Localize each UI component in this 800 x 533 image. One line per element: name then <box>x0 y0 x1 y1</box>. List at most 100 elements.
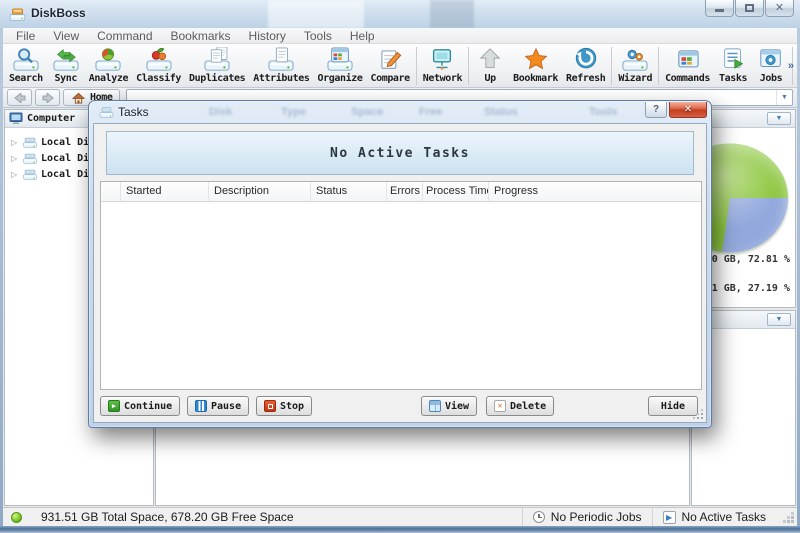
network-icon <box>427 47 457 73</box>
drive-icon <box>22 151 38 165</box>
tasks-dialog-icon <box>99 105 114 119</box>
back-arrow-icon <box>14 93 26 103</box>
window-title: DiskBoss <box>31 6 86 20</box>
dialog-help-button[interactable]: ? <box>645 102 667 118</box>
toolbar-button-wizard[interactable]: Wizard <box>614 46 656 84</box>
maximize-button[interactable] <box>735 0 764 17</box>
pause-button[interactable]: Pause <box>187 396 249 416</box>
column-description[interactable]: Description <box>209 182 311 201</box>
ghost-column-tools: Tools <box>589 106 618 118</box>
attributes-icon <box>266 47 296 73</box>
chevron-down-icon[interactable]: ▼ <box>776 90 792 105</box>
column-process-time[interactable]: Process Time <box>423 182 489 201</box>
toolbar-button-commands[interactable]: Commands <box>661 46 714 84</box>
ghost-column-space: Space <box>351 106 383 118</box>
ghost-column-disk: Disk <box>209 106 232 118</box>
periodic-jobs-label: No Periodic Jobs <box>551 510 642 524</box>
tasks-dialog-titlebar[interactable]: Disk Type Space Free Status Tools Tasks … <box>89 101 711 123</box>
toolbar-separator <box>468 47 469 85</box>
panel-dropdown-button[interactable]: ▼ <box>767 313 791 326</box>
view-button[interactable]: View <box>421 396 477 416</box>
toolbar-button-compare[interactable]: Compare <box>366 46 413 84</box>
drive-icon <box>22 167 38 181</box>
toolbar-button-jobs[interactable]: Jobs <box>752 46 790 84</box>
home-icon <box>71 92 86 104</box>
column-progress[interactable]: Progress <box>489 182 701 201</box>
minimize-button[interactable] <box>705 0 734 17</box>
forward-button[interactable] <box>35 89 60 106</box>
search-drive-icon <box>11 47 41 73</box>
commands-icon <box>673 47 703 73</box>
dialog-resize-grip[interactable] <box>692 408 704 420</box>
hide-button[interactable]: Hide <box>648 396 698 416</box>
toolbar-button-up[interactable]: Up <box>471 46 509 84</box>
toolbar: Search Sync Analyze Classify Duplicates … <box>3 44 797 88</box>
chevron-down-icon: ▼ <box>776 316 783 323</box>
jobs-icon <box>756 47 786 73</box>
view-window-icon <box>429 400 441 412</box>
glass-reflection <box>268 0 364 28</box>
close-button[interactable]: ✕ <box>765 0 794 17</box>
column-icon[interactable] <box>101 182 121 201</box>
menu-item-help[interactable]: Help <box>341 29 384 43</box>
toolbar-button-analyze[interactable]: Analyze <box>85 46 132 84</box>
periodic-jobs-status[interactable]: No Periodic Jobs <box>522 508 652 526</box>
active-tasks-label: No Active Tasks <box>682 510 766 524</box>
play-icon: ▶ <box>663 511 676 524</box>
back-button[interactable] <box>7 89 32 106</box>
glass-reflection <box>430 0 474 28</box>
delete-button[interactable]: ✕ Delete <box>486 396 554 416</box>
clock-icon <box>533 511 545 523</box>
toolbar-button-organize[interactable]: Organize <box>313 46 366 84</box>
menu-item-history[interactable]: History <box>240 29 295 43</box>
toolbar-button-refresh[interactable]: Refresh <box>562 46 609 84</box>
toolbar-button-attributes[interactable]: Attributes <box>249 46 313 84</box>
toolbar-button-bookmark[interactable]: Bookmark <box>509 46 562 84</box>
duplicates-icon <box>202 47 232 73</box>
menu-item-tools[interactable]: Tools <box>295 29 341 43</box>
panel-dropdown-button[interactable]: ▼ <box>767 112 791 125</box>
toolbar-overflow-chevron[interactable]: » <box>788 60 794 72</box>
menu-item-bookmarks[interactable]: Bookmarks <box>162 29 240 43</box>
dialog-close-button[interactable]: ✕ <box>669 102 707 118</box>
toolbar-button-search[interactable]: Search <box>5 46 47 84</box>
active-tasks-status[interactable]: ▶ No Active Tasks <box>652 508 776 526</box>
computer-icon <box>9 112 23 125</box>
status-dot-icon <box>11 512 22 523</box>
drive-icon <box>22 135 38 149</box>
classify-drive-icon <box>144 47 174 73</box>
window-controls: ✕ <box>704 0 794 17</box>
menu-item-view[interactable]: View <box>44 29 88 43</box>
expander-icon[interactable]: ▷ <box>11 170 19 179</box>
expander-icon[interactable]: ▷ <box>11 154 19 163</box>
stop-button[interactable]: Stop <box>256 396 312 416</box>
toolbar-button-network[interactable]: Network <box>419 46 466 84</box>
toolbar-button-duplicates[interactable]: Duplicates <box>185 46 249 84</box>
column-errors[interactable]: Errors <box>387 182 423 201</box>
close-icon: ✕ <box>684 105 692 115</box>
chevron-down-icon: ▼ <box>776 115 783 122</box>
minimize-icon <box>715 9 724 12</box>
menu-item-command[interactable]: Command <box>88 29 161 43</box>
space-summary: 931.51 GB Total Space, 678.20 GB Free Sp… <box>41 510 294 524</box>
window-frame-bottom <box>0 526 800 533</box>
column-status[interactable]: Status <box>311 182 387 201</box>
stop-icon <box>264 400 276 412</box>
resize-grip[interactable] <box>782 511 795 524</box>
menu-item-file[interactable]: File <box>7 29 44 43</box>
delete-x-icon: ✕ <box>494 400 506 412</box>
wizard-icon <box>620 47 650 73</box>
play-icon: ▶ <box>108 400 120 412</box>
toolbar-button-sync[interactable]: Sync <box>47 46 85 84</box>
toolbar-button-tasks[interactable]: Tasks <box>714 46 752 84</box>
menu-bar: File View Command Bookmarks History Tool… <box>3 28 797 44</box>
continue-button[interactable]: ▶ Continue <box>100 396 180 416</box>
toolbar-button-classify[interactable]: Classify <box>132 46 185 84</box>
window-titlebar: DiskBoss ✕ <box>0 0 800 28</box>
maximize-icon <box>745 4 754 12</box>
tasks-table: Started Description Status Errors Proces… <box>100 181 702 390</box>
tasks-dialog-title: Tasks <box>118 105 149 119</box>
column-started[interactable]: Started <box>121 182 209 201</box>
up-arrow-icon <box>475 47 505 73</box>
expander-icon[interactable]: ▷ <box>11 138 19 147</box>
